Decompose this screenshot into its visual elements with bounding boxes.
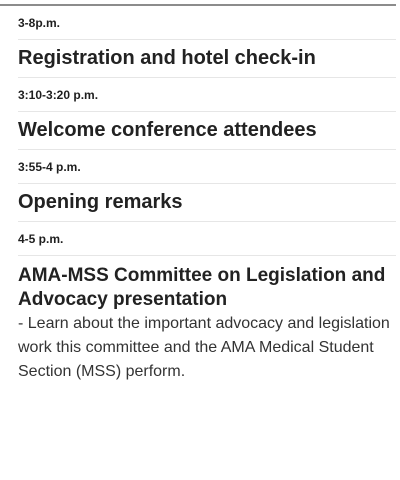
schedule-list: 3-8p.m. Registration and hotel check-in … <box>18 6 396 384</box>
event-title: Registration and hotel check-in <box>18 40 396 78</box>
time-label: 3:10-3:20 p.m. <box>18 78 396 112</box>
event-description: - Learn about the important advocacy and… <box>18 315 390 380</box>
event-title: Opening remarks <box>18 184 396 222</box>
time-label: 3:55-4 p.m. <box>18 150 396 184</box>
time-label: 4-5 p.m. <box>18 222 396 256</box>
event-title: Welcome conference attendees <box>18 112 396 150</box>
event-detail: AMA-MSS Committee on Legislation and Adv… <box>18 256 396 384</box>
event-title: AMA-MSS Committee on Legislation and Adv… <box>18 265 386 310</box>
time-label: 3-8p.m. <box>18 6 396 40</box>
